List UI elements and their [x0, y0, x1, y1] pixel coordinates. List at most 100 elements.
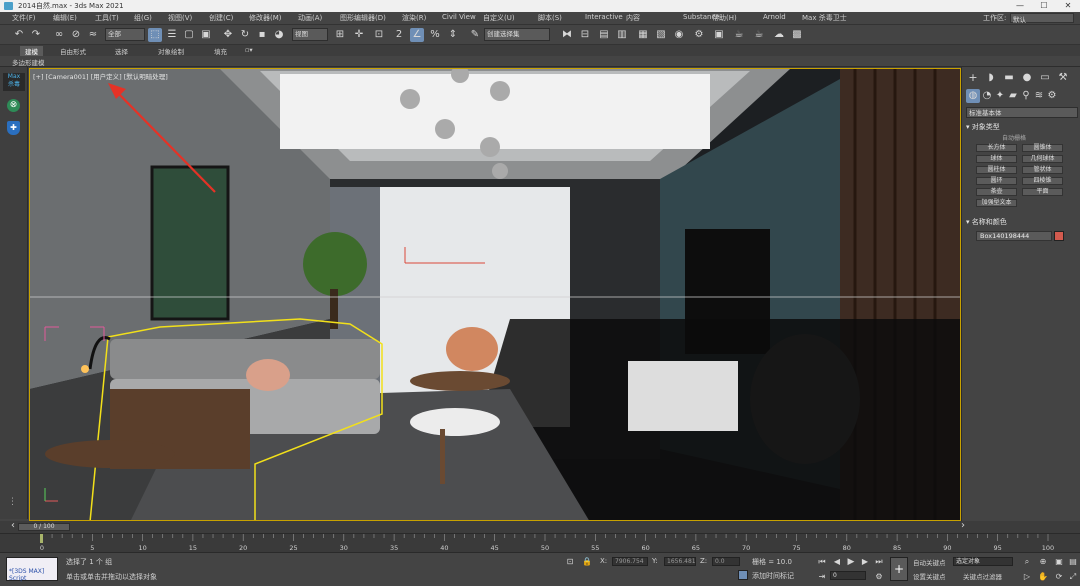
shapes-icon[interactable]: ◔ [980, 89, 994, 103]
time-slider-thumb[interactable]: 0 / 100 [18, 523, 70, 531]
redo-icon[interactable]: ↷ [29, 28, 43, 42]
zoom-icon[interactable]: ⌕ [1020, 555, 1034, 569]
hierarchy-tab-icon[interactable]: ▬ [1002, 71, 1016, 85]
keyboard-shortcut-icon[interactable]: ⊡ [372, 28, 386, 42]
current-frame-marker[interactable] [40, 534, 43, 543]
object-name-input[interactable]: Box140198444 [976, 231, 1052, 241]
maximize-button[interactable]: ☐ [1032, 0, 1056, 12]
menu-graph-editors[interactable]: 图形编辑器(D) [340, 13, 386, 23]
cone-button[interactable]: 圆锥体 [1022, 144, 1063, 152]
maximize-viewport-icon[interactable]: ⤢ [1066, 570, 1080, 584]
menu-file[interactable]: 文件(F) [12, 13, 36, 23]
x-coordinate-field[interactable]: 7906.754 [612, 557, 648, 566]
maxscript-listener[interactable]: *[3DS MAX] Script [6, 557, 58, 582]
render-iterative-icon[interactable]: ☕ [752, 28, 766, 42]
a360-gallery-icon[interactable]: ▩ [790, 28, 804, 42]
reference-coordinate-select[interactable]: 视图 [292, 28, 328, 41]
motion-tab-icon[interactable]: ● [1020, 71, 1034, 85]
close-button[interactable]: ✕ [1056, 0, 1080, 12]
named-selection-set-select[interactable]: 创建选择集 [484, 28, 550, 41]
lights-icon[interactable]: ✦ [993, 89, 1007, 103]
teapot-button[interactable]: 茶壶 [976, 188, 1017, 196]
align-icon[interactable]: ⊟ [578, 28, 592, 42]
geosphere-button[interactable]: 几何球体 [1022, 155, 1063, 163]
shield-icon[interactable]: ✚ [7, 121, 20, 135]
set-key-button[interactable]: 设置关键点 [913, 571, 946, 581]
menu-help[interactable]: Arnold [763, 13, 786, 21]
geometry-icon[interactable]: ◍ [966, 89, 980, 103]
schematic-view-icon[interactable]: ▧ [654, 28, 668, 42]
prev-frame-icon[interactable]: ◀ [830, 555, 844, 569]
link-icon[interactable]: ∞ [52, 28, 66, 42]
zoom-extents-all-icon[interactable]: ▤ [1066, 555, 1080, 569]
ribbon-options-icon[interactable]: ▫▾ [245, 46, 253, 54]
tab-object-paint[interactable]: 对象绘制 [158, 46, 184, 56]
tab-populate[interactable]: 填充 [214, 46, 227, 56]
curve-editor-icon[interactable]: ▦ [636, 28, 650, 42]
layer-explorer-icon[interactable]: ▤ [597, 28, 611, 42]
window-crossing-icon[interactable]: ▣ [199, 28, 213, 42]
tube-button[interactable]: 管状体 [1022, 166, 1063, 174]
menu-modifiers[interactable]: 修改器(M) [249, 13, 282, 23]
menu-interactive[interactable]: 内容 [626, 13, 640, 23]
angle-snap-icon[interactable]: ∠ [410, 28, 424, 42]
edit-named-sets-icon[interactable]: ✎ [468, 28, 482, 42]
lock-selection-icon[interactable]: 🔒 [580, 555, 594, 569]
render-setup-icon[interactable]: ⚙ [692, 28, 706, 42]
bind-spacewarp-icon[interactable]: ≈ [86, 28, 100, 42]
undo-icon[interactable]: ↶ [12, 28, 26, 42]
autogrid-label[interactable]: 自动栅格 [1002, 133, 1026, 142]
key-filters-button[interactable]: 关键点过滤器 [963, 571, 1002, 581]
polygon-modeling-label[interactable]: 多边形建模 [12, 57, 45, 67]
menu-arnold[interactable]: Max 杀毒卫士 [802, 13, 847, 23]
rotate-icon[interactable]: ↻ [238, 28, 252, 42]
material-editor-icon[interactable]: ◉ [672, 28, 686, 42]
render-cloud-icon[interactable]: ☁ [772, 28, 786, 42]
textplus-button[interactable]: 加强型文本 [976, 199, 1017, 207]
plane-button[interactable]: 平面 [1022, 188, 1063, 196]
key-mode-icon[interactable]: ⇥ [815, 570, 829, 584]
utilities-tab-icon[interactable]: ⚒ [1056, 71, 1070, 85]
select-object-icon[interactable]: ⬚ [148, 28, 162, 42]
scan-icon[interactable]: ⊗ [7, 99, 20, 112]
snaps-toggle-icon[interactable]: 2 [392, 28, 406, 42]
unlink-icon[interactable]: ⊘ [69, 28, 83, 42]
name-color-rollout[interactable]: ▾ 名称和颜色 [966, 217, 1007, 227]
camera-viewport[interactable]: [+] [Camera001] [用户定义] [默认明暗处理] [29, 68, 961, 521]
rect-selection-icon[interactable]: ▢ [182, 28, 196, 42]
pivot-center-icon[interactable]: ⊞ [333, 28, 347, 42]
add-time-tag[interactable]: 添加时间标记 [752, 571, 794, 581]
menu-scripting[interactable]: Interactive [585, 13, 623, 21]
set-key-icon[interactable]: + [890, 557, 908, 581]
menu-render[interactable]: Civil View [442, 13, 476, 21]
select-by-name-icon[interactable]: ☰ [165, 28, 179, 42]
cameras-icon[interactable]: ▰ [1006, 89, 1020, 103]
menu-civil-view[interactable]: 自定义(U) [483, 13, 515, 23]
scale-icon[interactable]: ▪ [255, 28, 269, 42]
timeline-next-icon[interactable]: › [956, 519, 970, 533]
helpers-icon[interactable]: ⚲ [1019, 89, 1033, 103]
sphere-button[interactable]: 球体 [976, 155, 1017, 163]
select-manipulate-icon[interactable]: ✛ [352, 28, 366, 42]
menu-group[interactable]: 组(G) [134, 13, 152, 23]
zoom-all-icon[interactable]: ⊕ [1036, 555, 1050, 569]
menu-views[interactable]: 视图(V) [168, 13, 192, 23]
goto-start-icon[interactable]: ⏮ [815, 555, 829, 569]
tab-modeling[interactable]: 建模 [20, 46, 43, 56]
menu-tools[interactable]: 工具(T) [95, 13, 119, 23]
expand-icon[interactable]: ⋮ [8, 497, 19, 508]
render-production-icon[interactable]: ☕ [732, 28, 746, 42]
primitive-type-select[interactable]: 标准基本体 [966, 107, 1078, 118]
time-config-icon[interactable]: ⚙ [872, 570, 886, 584]
workspace-select[interactable]: 默认 [1010, 13, 1074, 24]
menu-edit[interactable]: 编辑(E) [53, 13, 77, 23]
cylinder-button[interactable]: 圆柱体 [976, 166, 1017, 174]
menu-rendering[interactable]: 渲染(R) [402, 13, 426, 23]
torus-button[interactable]: 圆环 [976, 177, 1017, 185]
object-type-rollout[interactable]: ▾ 对象类型 [966, 122, 1000, 132]
box-button[interactable]: 长方体 [976, 144, 1017, 152]
next-frame-icon[interactable]: ▶ [858, 555, 872, 569]
spacewarps-icon[interactable]: ≋ [1032, 89, 1046, 103]
mirror-icon[interactable]: ⧓ [560, 28, 574, 42]
key-selection-select[interactable]: 选定对象 [953, 557, 1013, 566]
